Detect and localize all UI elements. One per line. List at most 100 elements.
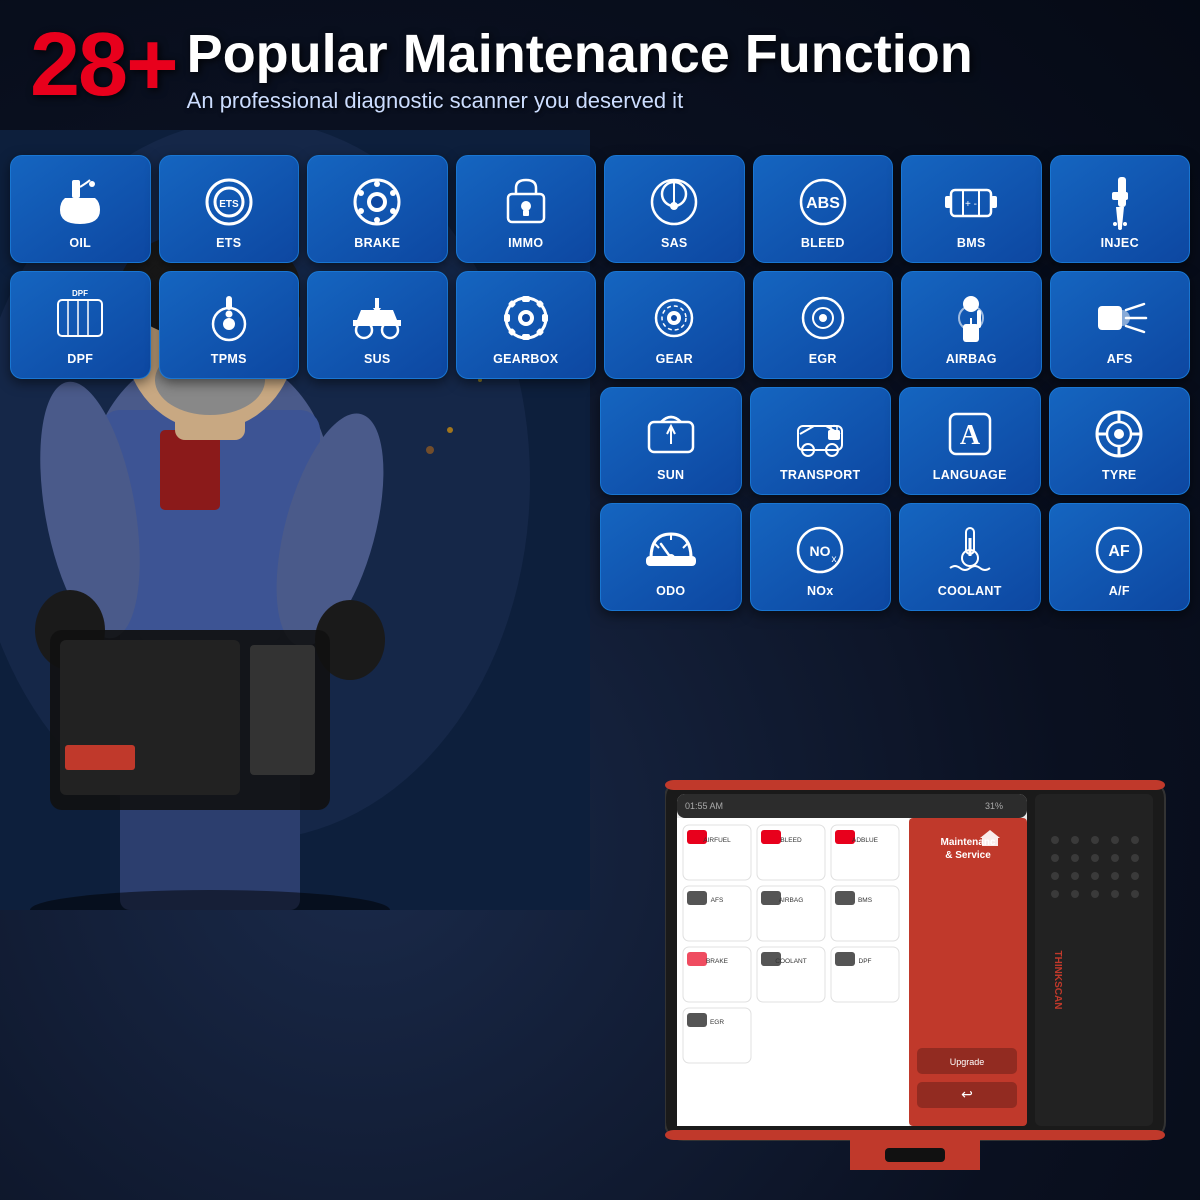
svg-text:BLEED: BLEED (780, 837, 802, 844)
svg-text:A: A (960, 420, 981, 451)
svg-text:ABS: ABS (806, 195, 840, 212)
brake-icon (347, 172, 407, 232)
svg-text:x: x (832, 554, 837, 565)
feature-af: AF A/F (1049, 503, 1191, 611)
feature-coolant: COOLANT (899, 503, 1041, 611)
feature-injec-label: INJEC (1101, 236, 1139, 250)
feature-gearbox: GEARBOX (456, 271, 597, 379)
gear-icon (644, 288, 704, 348)
svg-text:+ -: + - (965, 199, 977, 210)
gearbox-icon (496, 288, 556, 348)
feature-transport-label: TRANSPORT (780, 468, 860, 482)
feature-sun: SUN (600, 387, 742, 495)
feature-egr-label: EGR (809, 352, 837, 366)
tpms-icon (199, 288, 259, 348)
feature-dpf: DPF DPF (10, 271, 151, 379)
ets-icon: ETS (199, 172, 259, 232)
feature-odo-label: ODO (656, 584, 685, 598)
svg-text:ETS: ETS (219, 199, 239, 210)
feature-dpf-label: DPF (67, 352, 93, 366)
svg-text:ADBLUE: ADBLUE (852, 837, 879, 844)
svg-text:DPF: DPF (72, 289, 88, 298)
features-row-1: OIL ETS ETS (10, 155, 1190, 263)
svg-text:BRAKE: BRAKE (706, 958, 729, 965)
header-text-block: Popular Maintenance Function An professi… (187, 20, 973, 114)
feature-ets-label: ETS (216, 236, 241, 250)
feature-injec: INJEC (1050, 155, 1191, 263)
odo-icon (641, 520, 701, 580)
feature-bleed: ABS BLEED (753, 155, 894, 263)
nox-icon: NO x (790, 520, 850, 580)
svg-text:EGR: EGR (710, 1019, 724, 1026)
svg-text:31%: 31% (985, 801, 1003, 811)
device-area: 01:55 AM 31% AIRFUEL BLEED ADBLUE AFS (665, 780, 1185, 1180)
feature-gear: GEAR (604, 271, 745, 379)
svg-text:AF: AF (1109, 543, 1131, 560)
svg-text:AIRFUEL: AIRFUEL (703, 837, 731, 844)
feature-sas: SAS (604, 155, 745, 263)
sun-icon (641, 404, 701, 464)
svg-text:DPF: DPF (859, 958, 872, 965)
feature-brake-label: BRAKE (354, 236, 400, 250)
feature-immo: IMMO (456, 155, 597, 263)
feature-coolant-label: COOLANT (938, 584, 1002, 598)
features-row-3: SUN TRANSPORT (600, 387, 1190, 495)
transport-icon (790, 404, 850, 464)
feature-sun-label: SUN (657, 468, 684, 482)
language-icon: A (940, 404, 1000, 464)
feature-afs: AFS (1050, 271, 1191, 379)
feature-sus: SUS (307, 271, 448, 379)
svg-text:THINKSCAN: THINKSCAN (1052, 951, 1063, 1010)
feature-af-label: A/F (1109, 584, 1130, 598)
feature-immo-label: IMMO (508, 236, 543, 250)
feature-tyre: TYRE (1049, 387, 1191, 495)
bms-icon: + - (941, 172, 1001, 232)
svg-text:AFS: AFS (711, 897, 724, 904)
svg-text:BMS: BMS (858, 897, 873, 904)
feature-language-label: LANGUAGE (933, 468, 1007, 482)
feature-airbag-label: AIRBAG (946, 352, 997, 366)
feature-airbag: AIRBAG (901, 271, 1042, 379)
feature-bms-label: BMS (957, 236, 986, 250)
feature-tyre-label: TYRE (1102, 468, 1137, 482)
egr-icon (793, 288, 853, 348)
features-row-4: ODO NO x NOx (600, 503, 1190, 611)
header: 28+ Popular Maintenance Function An prof… (20, 20, 1180, 114)
af-icon: AF (1089, 520, 1149, 580)
feature-tpms: TPMS (159, 271, 300, 379)
feature-oil-label: OIL (69, 236, 91, 250)
afs-icon (1090, 288, 1150, 348)
tyre-icon (1089, 404, 1149, 464)
feature-brake: BRAKE (307, 155, 448, 263)
coolant-icon (940, 520, 1000, 580)
svg-text:01:55 AM: 01:55 AM (685, 801, 723, 811)
feature-nox-label: NOx (807, 584, 834, 598)
feature-tpms-label: TPMS (211, 352, 247, 366)
page-subtitle: An professional diagnostic scanner you d… (187, 88, 973, 114)
feature-odo: ODO (600, 503, 742, 611)
svg-text:NO: NO (810, 543, 831, 559)
feature-bleed-label: BLEED (801, 236, 845, 250)
feature-gearbox-label: GEARBOX (493, 352, 558, 366)
sus-icon (347, 288, 407, 348)
feature-transport: TRANSPORT (750, 387, 892, 495)
feature-ets: ETS ETS (159, 155, 300, 263)
svg-text:& Service: & Service (945, 850, 991, 861)
feature-language: A LANGUAGE (899, 387, 1041, 495)
page-title: Popular Maintenance Function (187, 25, 973, 84)
feature-bms: + - BMS (901, 155, 1042, 263)
feature-oil: OIL (10, 155, 151, 263)
feature-sas-label: SAS (661, 236, 688, 250)
features-row-2: DPF DPF TPMS (10, 271, 1190, 379)
oil-icon (50, 172, 110, 232)
sas-icon (644, 172, 704, 232)
feature-gear-label: GEAR (656, 352, 693, 366)
svg-text:AIRBAG: AIRBAG (779, 897, 804, 904)
svg-text:Upgrade: Upgrade (950, 1057, 985, 1067)
feature-count: 28+ (30, 20, 177, 110)
main-container: 28+ Popular Maintenance Function An prof… (0, 0, 1200, 1200)
features-area: OIL ETS ETS (10, 155, 1190, 611)
dpf-icon: DPF (50, 288, 110, 348)
svg-text:↩: ↩ (961, 1086, 973, 1102)
svg-text:COOLANT: COOLANT (775, 958, 806, 965)
